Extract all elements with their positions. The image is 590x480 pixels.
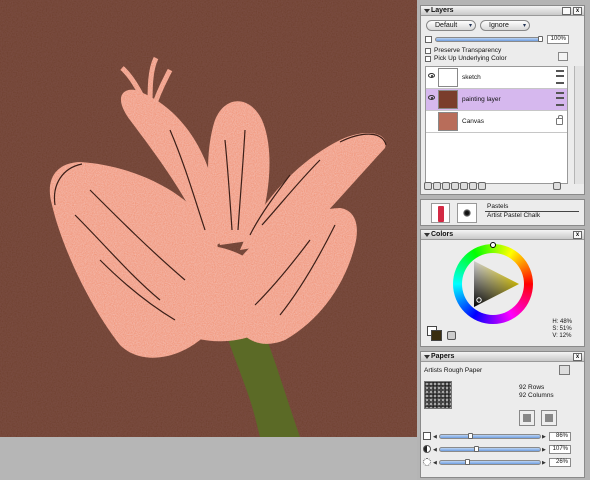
brightness-icon [423, 458, 431, 466]
dynamic-plugins-icon[interactable] [433, 182, 441, 190]
layer-row-canvas[interactable]: Canvas [426, 111, 567, 133]
layers-title-bar[interactable]: Layers x [421, 6, 584, 16]
paper-scale-knob[interactable] [467, 433, 473, 439]
opacity-row: 100% [425, 35, 570, 45]
invert-paper-button[interactable] [519, 410, 535, 426]
hue-value: H: 48% [552, 319, 572, 325]
opacity-slider[interactable] [435, 36, 543, 42]
checkbox-box [425, 56, 431, 62]
palette-menu-icon[interactable] [562, 7, 571, 15]
paper-scale-field[interactable]: 86% [549, 432, 571, 441]
close-icon[interactable]: x [573, 7, 582, 15]
collapse-triangle-icon[interactable] [424, 355, 430, 359]
composite-depth-value: Ignore [489, 22, 509, 29]
hsv-readout: H: 48% S: 51% V: 12% [552, 319, 572, 340]
paper-scale-row: ◀ ▶ 86% [423, 432, 574, 441]
preserve-transparency-label: Preserve Transparency [434, 47, 502, 54]
composite-method-value: Default [435, 22, 458, 29]
paper-contrast-field[interactable]: 107% [549, 445, 571, 454]
chevron-down-icon: ▾ [468, 23, 472, 29]
papers-title: Papers [431, 353, 455, 360]
paper-contrast-row: ◀ ▶ 107% [423, 445, 574, 454]
brush-selector: Pastels Artist Pastel Chalk [420, 199, 585, 226]
layer-stack-icon [556, 92, 564, 106]
layers-scrollbar[interactable] [574, 66, 584, 184]
pick-up-underlying-color-checkbox[interactable]: Pick Up Underlying Color [425, 55, 507, 63]
paper-scale-slider[interactable] [439, 433, 541, 439]
papers-palette: Papers x Artists Rough Paper 92 Rows 92 … [420, 351, 585, 478]
layer-thumbnail [438, 90, 458, 109]
layers-title: Layers [431, 7, 454, 14]
layer-name: sketch [462, 74, 481, 81]
new-layer-icon[interactable] [442, 182, 450, 190]
paper-brightness-row: ◀ ▶ 26% [423, 458, 574, 467]
layer-row-painting-layer[interactable]: painting layer [426, 89, 567, 111]
brush-variant[interactable]: Artist Pastel Chalk [487, 212, 540, 219]
colors-title: Colors [431, 231, 454, 238]
paper-rows: 92 Rows [519, 384, 545, 391]
hue-marker[interactable] [490, 242, 496, 248]
new-liquid-ink-layer-icon[interactable] [460, 182, 468, 190]
layer-thumbnail [438, 68, 458, 87]
layer-toolbar [424, 182, 579, 191]
papers-title-bar[interactable]: Papers x [421, 352, 584, 362]
composite-depth-select[interactable]: Ignore ▾ [480, 20, 530, 31]
layers-palette: Layers x Default ▾ Ignore ▾ 100% Preserv… [420, 5, 585, 195]
chevron-down-icon: ▾ [522, 23, 526, 29]
lily-painting [0, 0, 417, 480]
paper-brightness-slider[interactable] [439, 459, 541, 465]
preserve-transparency-checkbox[interactable]: Preserve Transparency [425, 47, 501, 55]
collapse-triangle-icon[interactable] [424, 233, 430, 237]
brush-dab-icon[interactable] [457, 203, 477, 223]
opacity-slider-knob[interactable] [538, 36, 543, 42]
saturation-value: S: 51% [552, 326, 572, 332]
paper-columns: 92 Columns [519, 392, 554, 399]
colors-palette: Colors x H: 48% S: 51% V: 12% [420, 229, 585, 347]
close-icon[interactable]: x [573, 353, 582, 361]
scale-icon [423, 432, 431, 440]
create-mask-icon[interactable] [469, 182, 477, 190]
layer-stack-icon [556, 70, 564, 84]
value-value: V: 12% [552, 333, 572, 339]
opacity-icon [425, 36, 432, 43]
pick-up-underlying-label: Pick Up Underlying Color [434, 55, 507, 62]
visibility-eye-icon[interactable] [428, 95, 435, 100]
contrast-icon [423, 445, 431, 453]
collapse-triangle-icon[interactable] [424, 9, 430, 13]
paper-library-button[interactable] [559, 365, 570, 375]
layer-list: sketch painting layer Canvas [425, 66, 568, 184]
opacity-field[interactable]: 100% [547, 35, 569, 44]
main-color-swatch[interactable] [431, 330, 442, 341]
paper-contrast-knob[interactable] [474, 446, 480, 452]
layer-commands-icon[interactable] [424, 182, 432, 190]
paper-options-button[interactable] [541, 410, 557, 426]
colors-title-bar[interactable]: Colors x [421, 230, 584, 240]
lock-layer-icon[interactable] [558, 52, 568, 61]
pastel-stick-icon [438, 206, 444, 222]
close-icon[interactable]: x [573, 231, 582, 239]
layer-options-icon[interactable] [478, 182, 486, 190]
trash-icon[interactable] [553, 182, 561, 190]
lock-icon [556, 115, 563, 125]
brush-category-icon[interactable] [431, 203, 450, 223]
composite-method-select[interactable]: Default ▾ [426, 20, 476, 31]
layer-name: Canvas [462, 118, 485, 125]
layer-row-sketch[interactable]: sketch [426, 67, 567, 89]
paper-brightness-field[interactable]: 26% [549, 458, 571, 467]
paper-brightness-knob[interactable] [464, 459, 470, 465]
painting-canvas[interactable] [0, 0, 417, 480]
visibility-eye-icon[interactable] [428, 73, 435, 78]
saturation-value-triangle[interactable] [453, 244, 533, 324]
clone-color-icon[interactable] [447, 331, 456, 340]
paper-contrast-slider[interactable] [439, 446, 541, 452]
paper-name[interactable]: Artists Rough Paper [424, 367, 482, 374]
new-watercolor-layer-icon[interactable] [451, 182, 459, 190]
paper-texture-preview[interactable] [424, 381, 452, 409]
layer-thumbnail [438, 112, 458, 131]
layer-name: painting layer [462, 96, 501, 103]
checkbox-box [425, 48, 431, 54]
brush-category[interactable]: Pastels [487, 203, 508, 210]
